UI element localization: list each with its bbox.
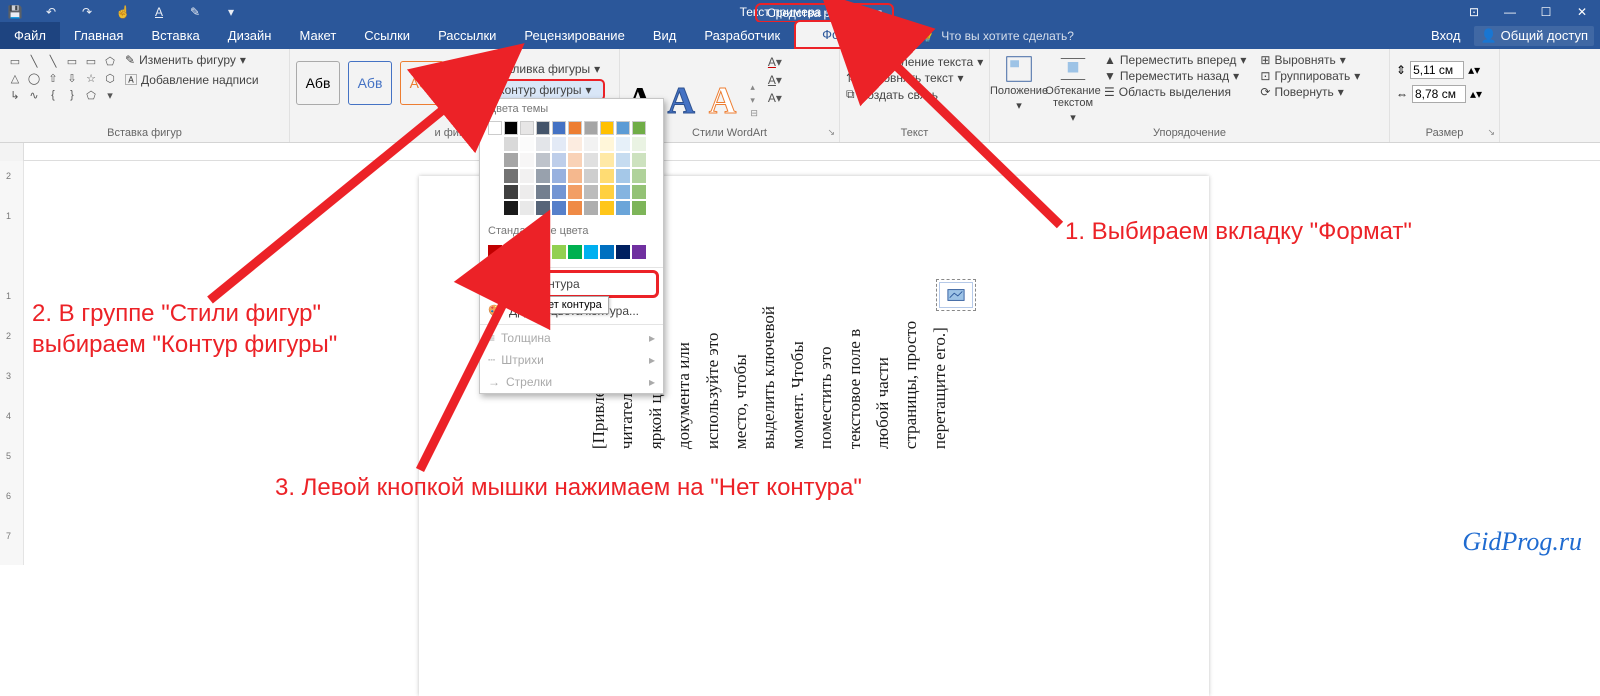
group-button[interactable]: ⊡ Группировать ▾	[1260, 69, 1360, 83]
lightbulb-icon: 💡	[920, 29, 935, 43]
wa-launcher-icon[interactable]: ↘	[827, 127, 835, 138]
group-text: ⅠⅡ Направление текста ▾ ⇅ Выровнять текс…	[840, 49, 990, 142]
textbox-content[interactable]: [Привлекитечитателя с пяркой цитаты издо…	[589, 306, 1256, 449]
group-label-size: Размер	[1390, 127, 1499, 139]
text-direction-button[interactable]: ⅠⅡ Направление текста ▾	[846, 55, 983, 69]
undo-icon[interactable]: ↶	[42, 4, 60, 20]
save-icon[interactable]: 💾	[6, 4, 24, 20]
tell-me-placeholder: Что вы хотите сделать?	[941, 29, 1074, 43]
selected-shape[interactable]	[939, 282, 973, 308]
style-preset-2[interactable]: Абв	[348, 61, 392, 105]
tab-view[interactable]: Вид	[639, 22, 691, 49]
tell-me-search[interactable]: 💡 Что вы хотите сделать?	[920, 29, 1074, 43]
ribbon: ▭╲╲▭▭⬠ △◯⇧⇩☆⬡ ↳∿{}⬠▾ ✎ Изменить фигуру ▾…	[0, 49, 1600, 143]
tab-file[interactable]: Файл	[0, 22, 60, 49]
window-controls: ⊡ — ☐ ✕	[1456, 2, 1600, 22]
text-align-button[interactable]: ⇅ Выровнять текст ▾	[846, 71, 983, 85]
annotation-3: 3. Левой кнопкой мышки нажимаем на "Нет …	[275, 472, 862, 503]
tab-home[interactable]: Главная	[60, 22, 137, 49]
group-size: ⇕ ▴▾ ⇔ ▴▾ Размер ↘	[1390, 49, 1500, 142]
ribbon-options-icon[interactable]: ⊡	[1456, 2, 1492, 22]
weight-item[interactable]: ≡ Толщина ▸	[480, 327, 663, 349]
dashes-item[interactable]: ┄ Штрихи ▸	[480, 349, 663, 371]
text-fill-icon[interactable]: A▾	[768, 55, 786, 69]
highlight-icon[interactable]: ✎	[186, 4, 204, 20]
shape-style-gallery[interactable]: Абв Абв Абв ▴ ▾ ⊟	[296, 61, 462, 105]
font-color-icon[interactable]: A	[150, 4, 168, 20]
size-launcher-icon[interactable]: ↘	[1487, 127, 1495, 138]
quick-access-toolbar: 💾 ↶ ↷ ☝ A ✎ ▾	[0, 4, 246, 22]
wordart-style-3[interactable]: A	[709, 79, 736, 123]
shape-fill-button[interactable]: 🪣 Заливка фигуры ▾	[476, 61, 605, 77]
tab-mail[interactable]: Рассылки	[424, 22, 510, 49]
share-button[interactable]: 👤 Общий доступ	[1474, 26, 1594, 46]
wa-up-icon[interactable]: ▴	[750, 82, 758, 93]
arrows-item[interactable]: → Стрелки ▸	[480, 371, 663, 393]
style-preset-3[interactable]: Абв	[400, 61, 444, 105]
ribbon-tabs: Файл Главная Вставка Дизайн Макет Ссылки…	[0, 22, 1600, 49]
annotation-2: 2. В группе "Стили фигур"выбираем "Конту…	[32, 298, 337, 360]
gallery-up-icon[interactable]: ▴	[454, 61, 462, 72]
width-field[interactable]: ⇔ ▴▾	[1396, 85, 1493, 103]
qat-more-icon[interactable]: ▾	[222, 4, 240, 20]
vertical-ruler: 21 12 34 56 7	[0, 161, 24, 565]
tab-dev[interactable]: Разработчик	[690, 22, 794, 49]
touch-icon[interactable]: ☝	[114, 4, 132, 20]
title-bar: 💾 ↶ ↷ ☝ A ✎ ▾ Текст примера - Word Средс…	[0, 0, 1600, 22]
theme-shades-grid[interactable]	[488, 137, 655, 215]
gallery-more-icon[interactable]: ⊟	[454, 87, 462, 98]
group-insert-shapes: ▭╲╲▭▭⬠ △◯⇧⇩☆⬡ ↳∿{}⬠▾ ✎ Изменить фигуру ▾…	[0, 49, 290, 142]
rotate-button[interactable]: ⟳ Повернуть ▾	[1260, 85, 1360, 99]
horizontal-ruler	[0, 143, 1600, 161]
send-backward-button[interactable]: ▼ Переместить назад ▾	[1104, 69, 1246, 83]
theme-colors-header: Цвета темы	[480, 99, 663, 119]
tab-refs[interactable]: Ссылки	[350, 22, 424, 49]
wordart-style-2[interactable]: A	[667, 79, 694, 123]
minimize-icon[interactable]: —	[1492, 2, 1528, 22]
wa-more-icon[interactable]: ⊟	[750, 108, 758, 119]
height-input[interactable]	[1410, 61, 1464, 79]
edit-shape-button[interactable]: ✎ Изменить фигуру ▾	[125, 53, 259, 67]
annotation-1: 1. Выбираем вкладку "Формат"	[1065, 216, 1412, 247]
tab-layout[interactable]: Макет	[285, 22, 350, 49]
text-outline-icon[interactable]: A▾	[768, 73, 786, 87]
tooltip: Нет контура	[533, 296, 609, 314]
share-label: Общий доступ	[1501, 28, 1588, 43]
close-icon[interactable]: ✕	[1564, 2, 1600, 22]
watermark: GidProg.ru	[1462, 527, 1582, 557]
group-label-arrange: Упорядочение	[990, 127, 1389, 139]
tab-insert[interactable]: Вставка	[137, 22, 213, 49]
maximize-icon[interactable]: ☐	[1528, 2, 1564, 22]
group-arrange: Положение▾ Обтекание текстом▾ ▲ Перемест…	[990, 49, 1390, 142]
gallery-down-icon[interactable]: ▾	[454, 74, 462, 85]
align-button[interactable]: ⊞ Выровнять ▾	[1260, 53, 1360, 67]
no-outline-item[interactable]: ▢ Нет контура	[484, 270, 659, 298]
standard-colors-header: Стандартные цвета	[480, 221, 663, 241]
share-icon: 👤	[1480, 28, 1496, 44]
bring-forward-button[interactable]: ▲ Переместить вперед ▾	[1104, 53, 1246, 67]
wa-down-icon[interactable]: ▾	[750, 95, 758, 106]
color-wheel-icon: 🎨	[488, 304, 503, 318]
width-input[interactable]	[1412, 85, 1466, 103]
tab-design[interactable]: Дизайн	[214, 22, 286, 49]
no-outline-icon: ▢	[495, 277, 506, 291]
redo-icon[interactable]: ↷	[78, 4, 96, 20]
tab-format[interactable]: Формат	[794, 20, 896, 49]
tab-review[interactable]: Рецензирование	[510, 22, 638, 49]
theme-color-row[interactable]	[488, 121, 655, 135]
text-effects-icon[interactable]: A▾	[768, 91, 786, 105]
group-label-shapes: Вставка фигур	[0, 127, 289, 139]
signin-link[interactable]: Вход	[1431, 28, 1460, 43]
shape-outline-dropdown: Цвета темы Стандартные цвета ▢ Нет конту…	[479, 98, 664, 394]
textbox-button[interactable]: 🄰 Добавление надписи	[125, 71, 259, 88]
create-link-button[interactable]: ⧉ Создать связь	[846, 87, 983, 102]
style-preset-1[interactable]: Абв	[296, 61, 340, 105]
group-label-text: Текст	[840, 127, 989, 139]
selection-pane-button[interactable]: ☰ Область выделения	[1104, 85, 1246, 99]
standard-color-row[interactable]	[488, 245, 655, 259]
height-field[interactable]: ⇕ ▴▾	[1396, 61, 1493, 79]
